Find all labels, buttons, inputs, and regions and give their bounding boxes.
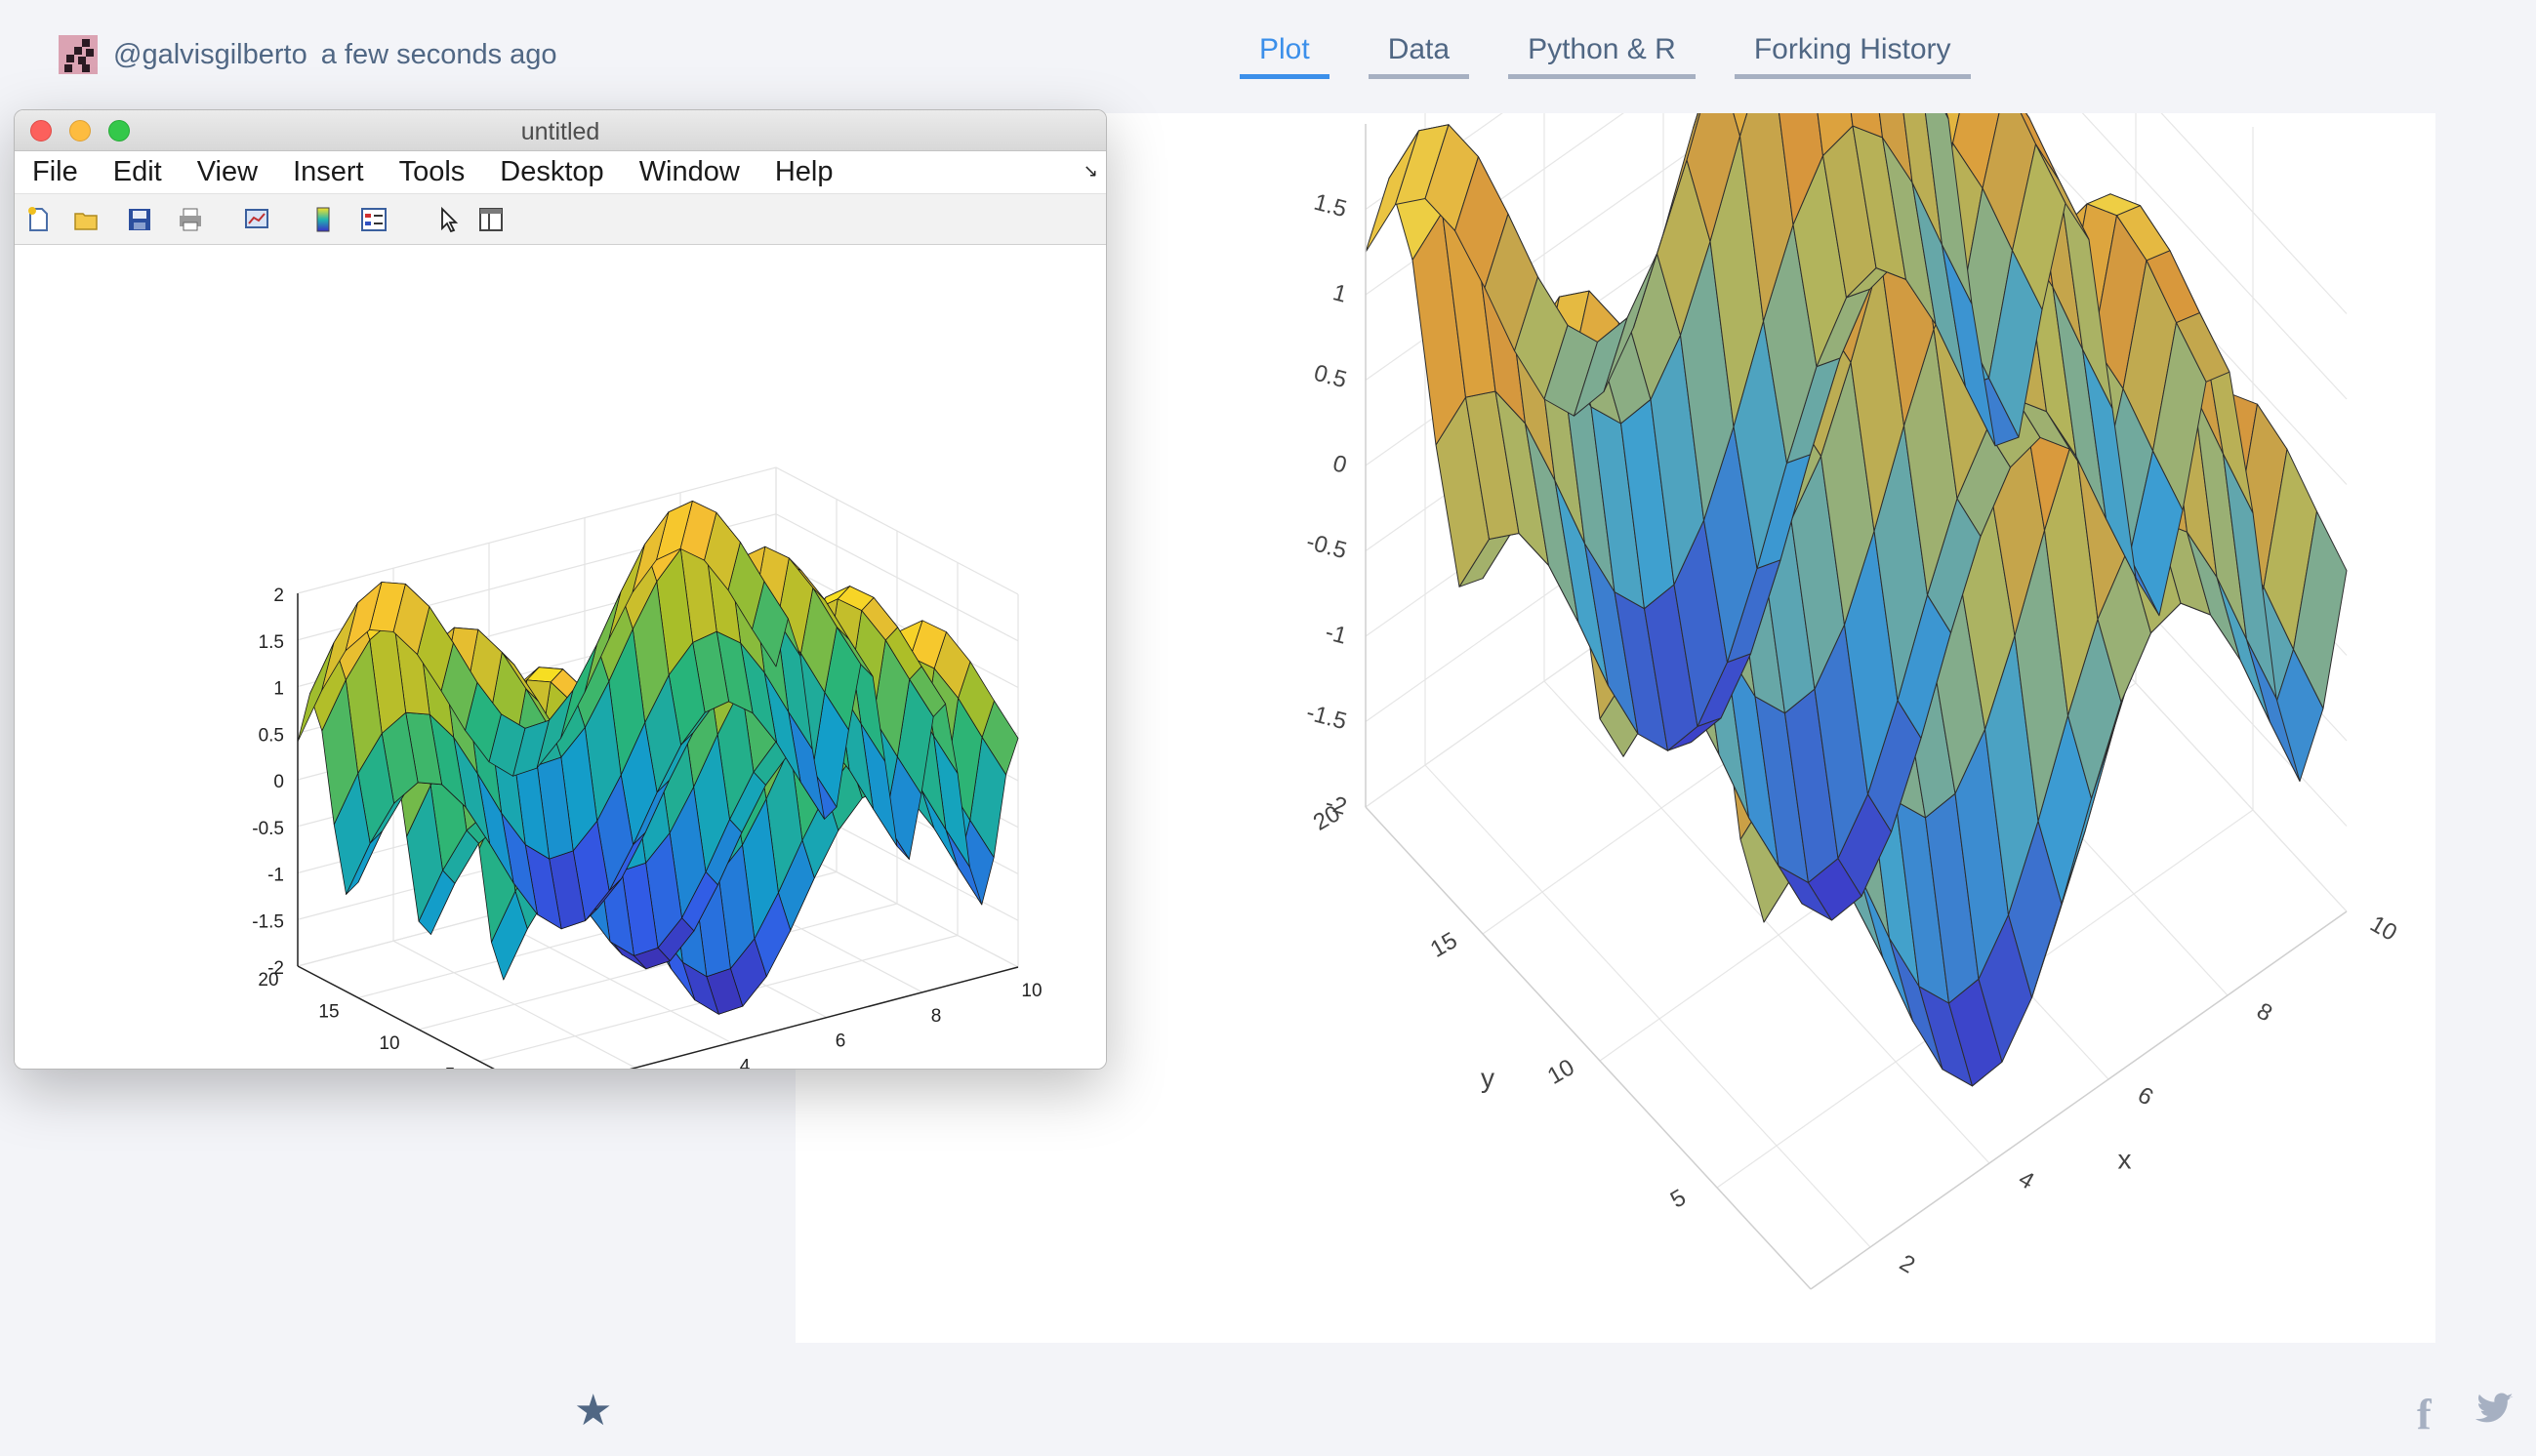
tab-python-r[interactable]: Python & R — [1508, 33, 1696, 79]
menu-help[interactable]: Help — [775, 156, 834, 188]
x-tick-label: 6 — [836, 1031, 846, 1052]
y-tick-label: 15 — [1426, 927, 1462, 963]
y-tick-label: 10 — [379, 1033, 399, 1054]
x-tick-label: 4 — [2014, 1165, 2038, 1194]
z-tick-label: -1 — [1323, 619, 1350, 650]
z-tick-label: 2 — [273, 586, 284, 606]
z-tick-label: -2 — [267, 958, 284, 979]
figure-toolbar — [15, 194, 1106, 245]
username[interactable]: @galvisgilberto — [113, 39, 307, 71]
z-tick-label: -1.5 — [252, 911, 284, 932]
z-tick-label: 0.5 — [259, 725, 284, 746]
y-axis-title: y — [1481, 1063, 1494, 1093]
z-tick-label: 1.5 — [1311, 189, 1349, 223]
x-tick-label: 8 — [2252, 997, 2276, 1027]
z-tick-label: -1 — [267, 866, 284, 886]
matlab-3d-surface[interactable]: 024681005101520-2-1.5-1-0.500.511.52 — [15, 247, 1107, 1070]
menu-view[interactable]: View — [197, 156, 258, 188]
z-tick-label: -0.5 — [252, 819, 284, 839]
y-tick-label: 5 — [445, 1066, 456, 1071]
menu-edit[interactable]: Edit — [113, 156, 162, 188]
tab-data[interactable]: Data — [1368, 33, 1470, 79]
z-tick-label: 0 — [1330, 450, 1350, 479]
y-axis-line — [1365, 806, 1812, 1290]
twitter-icon[interactable] — [2475, 1392, 2515, 1427]
x-axis-title: x — [2118, 1145, 2132, 1175]
open-file-icon[interactable] — [73, 206, 101, 233]
menu-window[interactable]: Window — [639, 156, 740, 188]
save-icon[interactable] — [126, 206, 153, 233]
z-tick-label: -2 — [1323, 789, 1350, 821]
new-figure-icon[interactable] — [24, 206, 52, 233]
y-tick-label: 15 — [318, 1002, 339, 1023]
tab-forking-history[interactable]: Forking History — [1734, 33, 1971, 79]
colorbar-icon[interactable] — [309, 206, 337, 233]
menu-insert[interactable]: Insert — [293, 156, 364, 188]
figure-canvas[interactable]: 024681005101520-2-1.5-1-0.500.511.52 — [15, 247, 1107, 1070]
print-icon[interactable] — [177, 206, 204, 233]
pointer-icon[interactable] — [434, 206, 462, 233]
z-tick-label: -1.5 — [1303, 700, 1349, 736]
x-tick-label: 2 — [1895, 1249, 1919, 1278]
y-tick-label: 5 — [1666, 1184, 1691, 1213]
property-editor-icon[interactable] — [477, 206, 505, 233]
x-tick-label: 8 — [931, 1006, 942, 1027]
menu-file[interactable]: File — [32, 156, 78, 188]
facebook-icon[interactable]: f — [2417, 1390, 2432, 1439]
x-tick-label: 4 — [740, 1056, 751, 1070]
user-info: @galvisgilberto a few seconds ago — [59, 35, 557, 74]
timestamp: a few seconds ago — [320, 38, 557, 70]
surface-group: 2468105101520-2-1.5-1-0.500.511.5xy — [1303, 113, 2401, 1290]
x-tick-label: 10 — [1021, 981, 1042, 1001]
z-tick-label: 1 — [273, 679, 284, 700]
z-tick-label: 0 — [273, 772, 284, 792]
window-titlebar[interactable]: untitled — [15, 110, 1106, 151]
menu-bar: File Edit View Insert Tools Desktop Wind… — [15, 151, 1106, 194]
link-plot-icon[interactable] — [243, 206, 270, 233]
menu-tools[interactable]: Tools — [399, 156, 466, 188]
surface-group: 024681005101520-2-1.5-1-0.500.511.52 — [252, 466, 1043, 1071]
toolbar-toggle-icon[interactable]: ↘ — [1084, 161, 1098, 182]
tab-plot[interactable]: Plot — [1240, 33, 1329, 79]
z-tick-label: 0.5 — [1311, 360, 1349, 394]
x-tick-label: 6 — [2133, 1081, 2157, 1111]
z-tick-label: 1.5 — [259, 632, 284, 653]
matlab-figure-window[interactable]: untitled File Edit View Insert Tools Des… — [14, 109, 1107, 1070]
window-title: untitled — [520, 118, 600, 145]
z-tick-label: -0.5 — [1303, 529, 1349, 565]
menu-desktop[interactable]: Desktop — [500, 156, 603, 188]
z-tick-label: 1 — [1330, 279, 1350, 308]
legend-icon[interactable] — [360, 206, 388, 233]
x-tick-label: 10 — [2365, 910, 2401, 947]
y-tick-label: 10 — [1543, 1054, 1579, 1090]
tab-bar: Plot Data Python & R Forking History — [1240, 33, 2010, 79]
star-icon[interactable]: ★ — [574, 1386, 612, 1436]
avatar[interactable] — [59, 35, 98, 74]
